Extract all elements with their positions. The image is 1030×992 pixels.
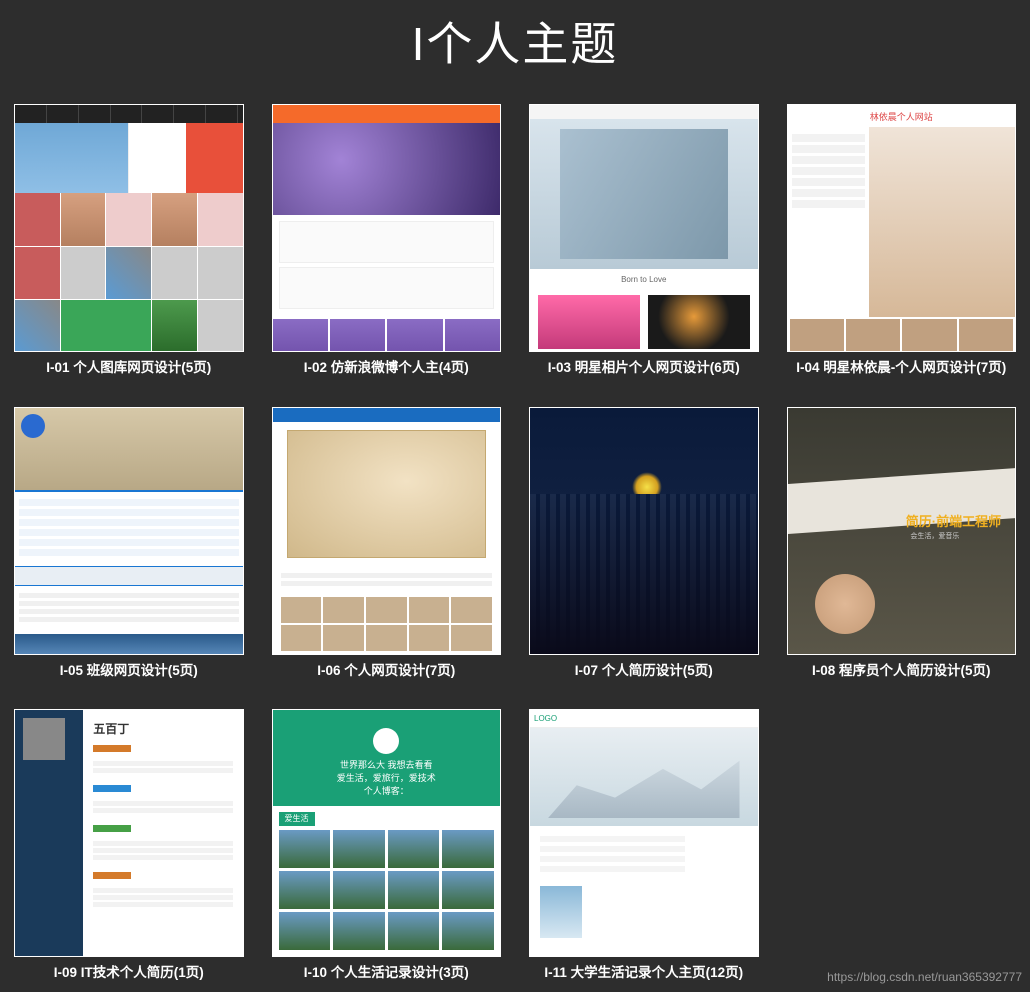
- template-label: I-10 个人生活记录设计(3页): [272, 957, 502, 982]
- template-card-i01[interactable]: I-01 个人图库网页设计(5页): [14, 104, 244, 377]
- template-card-i02[interactable]: I-02 仿新浪微博个人主(4页): [272, 104, 502, 377]
- template-label: I-07 个人简历设计(5页): [529, 655, 759, 680]
- template-thumbnail: [529, 407, 759, 655]
- template-label: I-08 程序员个人简历设计(5页): [787, 655, 1017, 680]
- template-label: I-04 明星林依晨-个人网页设计(7页): [787, 352, 1017, 377]
- watermark: https://blog.csdn.net/ruan365392777: [827, 970, 1022, 984]
- template-card-i04[interactable]: 林依晨个人网站 I-04 明星林依晨-个人网页设计(7页): [787, 104, 1017, 377]
- template-card-i06[interactable]: I-06 个人网页设计(7页): [272, 407, 502, 680]
- template-thumbnail: 五百丁: [14, 709, 244, 957]
- template-card-i08[interactable]: 简历·前端工程师 会生活，爱音乐 I-08 程序员个人简历设计(5页): [787, 407, 1017, 680]
- template-label: I-06 个人网页设计(7页): [272, 655, 502, 680]
- template-card-i03[interactable]: Born to Love I-03 明星相片个人网页设计(6页): [529, 104, 759, 377]
- template-thumbnail: 世界那么大 我想去看看 爱生活，爱旅行，爱技术 个人博客： 爱生活: [272, 709, 502, 957]
- template-label: I-05 班级网页设计(5页): [14, 655, 244, 680]
- template-label: I-09 IT技术个人简历(1页): [14, 957, 244, 982]
- page-title: I个人主题: [0, 0, 1030, 94]
- template-thumbnail: [272, 104, 502, 352]
- template-card-i05[interactable]: I-05 班级网页设计(5页): [14, 407, 244, 680]
- template-thumbnail: 林依晨个人网站: [787, 104, 1017, 352]
- templates-grid: I-01 个人图库网页设计(5页) I-02 仿新浪微博个人主(4页) Born…: [0, 94, 1030, 992]
- template-label: I-11 大学生活记录个人主页(12页): [529, 957, 759, 982]
- template-card-i10[interactable]: 世界那么大 我想去看看 爱生活，爱旅行，爱技术 个人博客： 爱生活 I-10 个…: [272, 709, 502, 982]
- template-thumbnail: LOGO: [529, 709, 759, 957]
- template-thumbnail: [14, 104, 244, 352]
- template-label: I-03 明星相片个人网页设计(6页): [529, 352, 759, 377]
- template-card-i09[interactable]: 五百丁 I-09 IT技术个人简历(1页): [14, 709, 244, 982]
- template-thumbnail: Born to Love: [529, 104, 759, 352]
- template-card-i07[interactable]: I-07 个人简历设计(5页): [529, 407, 759, 680]
- template-thumbnail: [272, 407, 502, 655]
- template-label: I-02 仿新浪微博个人主(4页): [272, 352, 502, 377]
- template-card-i11[interactable]: LOGO I-11 大学生活记录个人主页(12页): [529, 709, 759, 982]
- template-label: I-01 个人图库网页设计(5页): [14, 352, 244, 377]
- template-thumbnail: 简历·前端工程师 会生活，爱音乐: [787, 407, 1017, 655]
- template-thumbnail: [14, 407, 244, 655]
